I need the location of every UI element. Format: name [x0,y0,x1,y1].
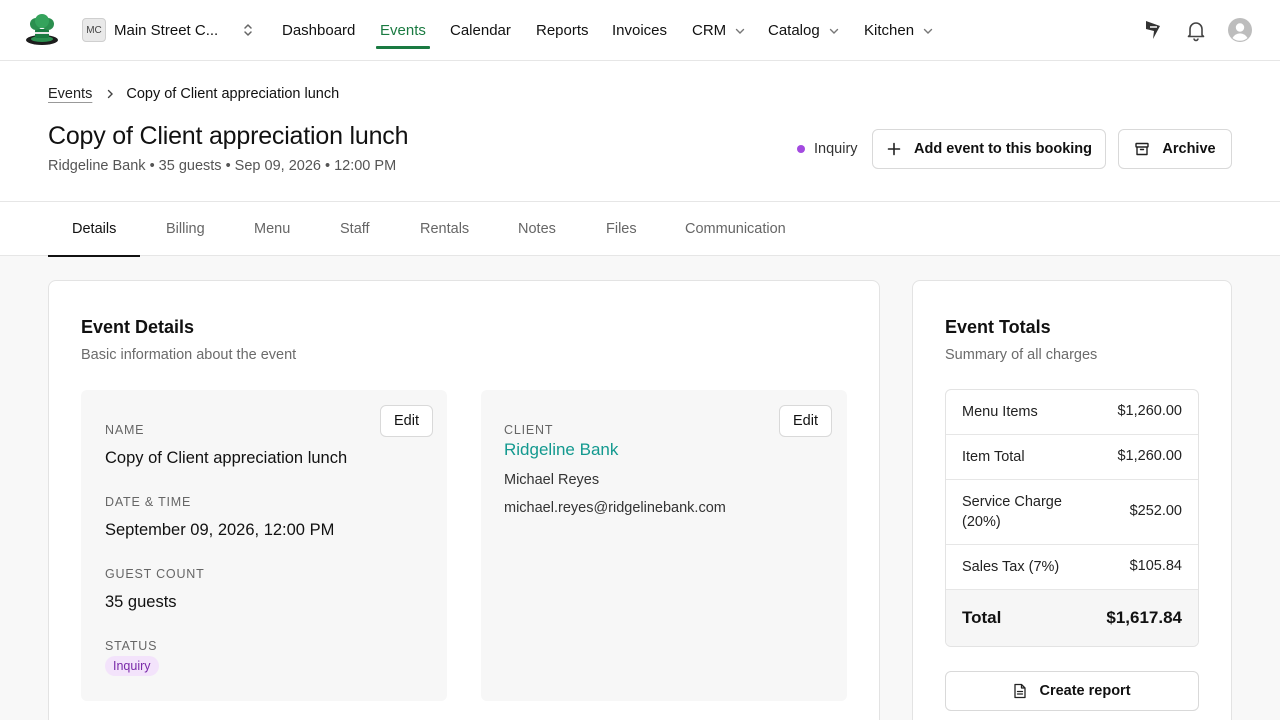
nav-events[interactable]: Events [376,0,430,61]
breadcrumb: Events Copy of Client appreciation lunch [48,86,339,102]
guest-count-value: 35 guests [105,593,177,611]
totals-row-label: Item Total [962,449,1025,465]
archive-button[interactable]: Archive [1118,129,1232,169]
client-name-link[interactable]: Ridgeline Bank [504,440,618,460]
event-totals-subtitle: Summary of all charges [945,347,1098,363]
page-title: Copy of Client appreciation lunch [48,122,409,150]
contact-name: Michael Reyes [504,472,600,488]
name-label: NAME [105,423,145,437]
top-navbar: MC Main Street C... Dashboard Events Cal… [0,0,1280,61]
totals-row-value: $1,260.00 [1117,448,1182,464]
event-name-value: Copy of Client appreciation lunch [105,449,348,467]
add-event-button[interactable]: Add event to this booking [872,129,1106,169]
status-field-label: STATUS [105,639,158,653]
event-summary: Ridgeline Bank • 35 guests • Sep 09, 202… [48,158,397,174]
status-dot-icon [797,145,805,153]
announcement-icon[interactable] [1141,18,1165,42]
org-name: Main Street C... [114,21,219,39]
totals-row-value: $105.84 [1129,558,1182,574]
totals-row: Item Total $1,260.00 [946,435,1198,480]
event-tabs: Details Billing Menu Staff Rentals Notes… [0,202,1280,257]
edit-event-button[interactable]: Edit [380,405,433,437]
totals-row-label: Menu Items [962,404,1038,420]
client-info-panel: Edit CLIENT Ridgeline Bank Michael Reyes… [481,390,847,701]
event-info-panel: Edit NAME Copy of Client appreciation lu… [81,390,447,701]
total-label: Total [962,608,1002,627]
org-switcher[interactable]: MC Main Street C... [82,18,232,42]
breadcrumb-current: Copy of Client appreciation lunch [126,86,340,102]
totals-row-value: $1,260.00 [1117,403,1182,419]
event-details-subtitle: Basic information about the event [81,347,297,363]
totals-total-row: Total $1,617.84 [946,590,1198,646]
nav-crm[interactable]: CRM [692,0,746,61]
nav-invoices[interactable]: Invoices [612,0,667,61]
nav-dashboard[interactable]: Dashboard [282,0,355,61]
status-label: Inquiry [814,141,858,157]
chevron-right-icon [108,89,114,99]
totals-row: Menu Items $1,260.00 [946,390,1198,435]
tab-rentals[interactable]: Rentals [420,202,469,256]
tab-menu[interactable]: Menu [254,202,290,256]
guest-count-label: GUEST COUNT [105,567,205,581]
total-value: $1,617.84 [1106,608,1182,627]
event-details-card: Event Details Basic information about th… [48,280,880,720]
event-datetime-value: September 09, 2026, 12:00 PM [105,521,335,539]
bell-icon[interactable] [1184,18,1208,42]
tab-notes[interactable]: Notes [518,202,556,256]
up-down-chevron-icon[interactable] [240,22,256,38]
datetime-label: DATE & TIME [105,495,192,509]
chevron-down-icon [923,28,933,34]
chef-hat-logo-icon[interactable] [24,14,60,46]
status-badge: Inquiry [105,656,159,676]
org-badge: MC [82,18,106,42]
edit-client-button[interactable]: Edit [779,405,832,437]
document-icon [1014,683,1027,699]
event-header: Events Copy of Client appreciation lunch… [0,61,1280,202]
nav-reports[interactable]: Reports [536,0,589,61]
breadcrumb-events-link[interactable]: Events [48,86,92,102]
plus-icon [887,142,901,156]
tab-staff[interactable]: Staff [340,202,370,256]
tab-details[interactable]: Details [47,202,141,257]
event-totals-card: Event Totals Summary of all charges Menu… [912,280,1232,720]
totals-row: Sales Tax (7%) $105.84 [946,545,1198,590]
event-totals-title: Event Totals [945,317,1051,337]
status-indicator: Inquiry [797,141,858,157]
archive-icon [1135,142,1150,156]
totals-table: Menu Items $1,260.00 Item Total $1,260.0… [945,389,1199,647]
contact-email: michael.reyes@ridgelinebank.com [504,500,726,516]
totals-row-label: Service Charge (20%) [962,494,1062,530]
client-label: CLIENT [504,423,554,437]
chevron-down-icon [735,28,745,34]
tab-communication[interactable]: Communication [685,202,786,256]
chevron-down-icon [829,28,838,34]
create-report-button[interactable]: Create report [945,671,1199,711]
avatar-icon[interactable] [1228,18,1252,42]
totals-row-label: Sales Tax (7%) [962,559,1060,575]
totals-row-value: $252.00 [1129,503,1182,519]
nav-kitchen[interactable]: Kitchen [864,0,934,61]
tab-billing[interactable]: Billing [166,202,205,256]
totals-row: Service Charge (20%) $252.00 [946,480,1198,545]
nav-calendar[interactable]: Calendar [450,0,511,61]
tab-files[interactable]: Files [606,202,637,256]
event-details-title: Event Details [81,317,195,337]
nav-catalog[interactable]: Catalog [768,0,840,61]
